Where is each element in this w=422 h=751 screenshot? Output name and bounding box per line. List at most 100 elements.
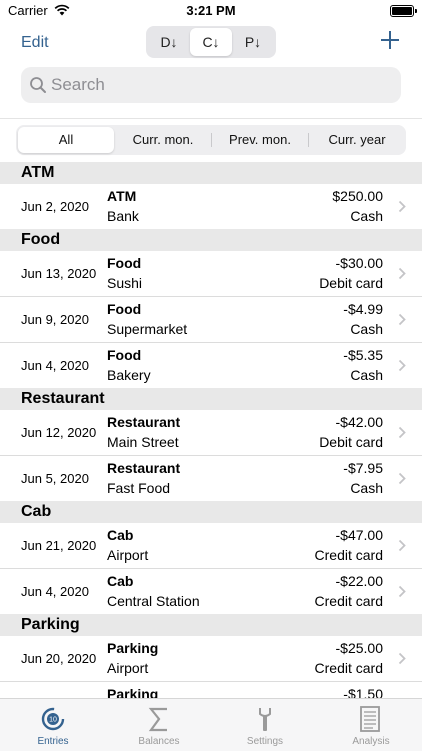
search-icon	[30, 77, 46, 93]
entry-payment-method: Debit card	[319, 275, 383, 291]
section-header: ATM	[0, 162, 422, 184]
entry-category: Restaurant	[107, 460, 181, 476]
section-header: Food	[0, 229, 422, 251]
chevron-right-icon	[398, 313, 406, 326]
entry-subcategory: Bakery	[107, 367, 151, 383]
sigma-icon	[148, 707, 167, 732]
entry-payment-method: Cash	[350, 208, 383, 224]
entry-subcategory: Supermarket	[107, 321, 188, 337]
entry-date: Jun 13, 2020	[21, 266, 97, 281]
chevron-right-icon	[398, 585, 406, 598]
chevron-right-icon	[398, 652, 406, 665]
sort-category-button[interactable]: C↓	[190, 28, 232, 56]
navigation-bar: Edit D↓ C↓ P↓	[0, 24, 422, 64]
entry-date: Jun 2, 2020	[21, 199, 89, 214]
entry-amount: -$47.00	[335, 527, 383, 543]
entry-payment-method: Credit card	[314, 547, 383, 563]
chevron-right-icon	[398, 539, 406, 552]
entry-row[interactable]: Jun 20, 2020 Parking Airport -$25.00 Credit …	[0, 636, 422, 682]
entry-amount: -$4.99	[343, 301, 383, 317]
entry-date: Jun 20, 2020	[21, 651, 97, 666]
entry-date: Jun 4, 2020	[21, 584, 89, 599]
tab-settings[interactable]: Settings	[212, 699, 318, 751]
status-bar: Carrier 3:21 PM	[0, 0, 422, 24]
entry-amount: -$22.00	[335, 573, 383, 589]
entry-category: Food	[107, 301, 142, 317]
entry-payment-method: Cash	[350, 367, 383, 383]
tab-entries[interactable]: 10 Entries	[0, 699, 106, 751]
entry-date: Jun 4, 2020	[21, 358, 89, 373]
entry-category: Restaurant	[107, 414, 181, 430]
entry-row[interactable]: Jun 2, 2020 ATM Bank $250.00 Cash	[0, 184, 422, 229]
tab-analysis[interactable]: Analysis	[318, 699, 422, 751]
entry-row[interactable]: Jun 9, 2020 Food Supermarket -$4.99 Cash	[0, 297, 422, 343]
tab-entries-label: Entries	[37, 736, 69, 747]
entry-row[interactable]: Jun 5, 2020 Restaurant Fast Food -$7.95 Cash	[0, 456, 422, 501]
chevron-right-icon	[398, 359, 406, 372]
tab-bar: 10 Entries Balances Settings Analysis	[0, 698, 422, 751]
entry-row[interactable]: Jun 4, 2020 Food Bakery -$5.35 Cash	[0, 343, 422, 388]
entry-category: Cab	[107, 573, 134, 589]
entry-category: Food	[107, 347, 142, 363]
period-segmented-control: All Curr. mon. Prev. mon. Curr. year	[16, 125, 406, 155]
entry-subcategory: Airport	[107, 547, 149, 563]
document-icon	[360, 706, 380, 732]
entry-row[interactable]: Jun 21, 2020 Cab Airport -$47.00 Credit card	[0, 523, 422, 569]
entry-subcategory: Airport	[107, 660, 149, 676]
entry-payment-method: Cash	[350, 480, 383, 496]
chevron-right-icon	[398, 426, 406, 439]
chevron-right-icon	[398, 267, 406, 280]
entries-list[interactable]: ATM Jun 2, 2020 ATM Bank $250.00 Cash Food Jun …	[0, 162, 422, 698]
entry-subcategory: Fast Food	[107, 480, 171, 496]
entry-amount: -$30.00	[335, 255, 383, 271]
entry-subcategory: Central Station	[107, 593, 200, 609]
filter-previous-month[interactable]: Prev. mon.	[212, 127, 308, 153]
entry-payment-method: Credit card	[314, 593, 383, 609]
entry-category: Cab	[107, 527, 134, 543]
entry-category: ATM	[107, 188, 137, 204]
entry-subcategory: Sushi	[107, 275, 143, 291]
entry-payment-method: Credit card	[314, 660, 383, 676]
entry-amount: $250.00	[332, 188, 383, 204]
sort-payment-button[interactable]: P↓	[232, 28, 274, 56]
entry-payment-method: Debit card	[319, 434, 383, 450]
entries-badge: 10	[49, 717, 57, 724]
entry-row[interactable]: Jun 12, 2020 Restaurant Main Street -$42.00…	[0, 410, 422, 456]
filter-bar: All Curr. mon. Prev. mon. Curr. year	[0, 118, 422, 163]
entry-category: Parking	[107, 640, 159, 656]
search-input[interactable]	[51, 67, 391, 103]
entry-date: Jun 21, 2020	[21, 538, 97, 553]
battery-icon	[390, 5, 417, 17]
entry-amount: -$25.00	[335, 640, 383, 656]
entry-row[interactable]: Parking -$1.50	[0, 682, 422, 698]
tab-balances[interactable]: Balances	[106, 699, 212, 751]
tab-settings-label: Settings	[246, 736, 284, 747]
entry-amount: -$5.35	[343, 347, 383, 363]
edit-button[interactable]: Edit	[21, 34, 49, 52]
section-header: Parking	[0, 614, 422, 636]
wrench-icon	[259, 708, 271, 731]
entry-row[interactable]: Jun 4, 2020 Cab Central Station -$22.00 Cred…	[0, 569, 422, 614]
entry-payment-method: Cash	[350, 321, 383, 337]
entry-row[interactable]: Jun 13, 2020 Food Sushi -$30.00 Debit card	[0, 251, 422, 297]
entries-clock-icon: 10	[41, 707, 65, 731]
entry-subcategory: Bank	[107, 208, 139, 224]
entry-date: Jun 9, 2020	[21, 312, 89, 327]
filter-all[interactable]: All	[18, 127, 114, 153]
filter-current-month[interactable]: Curr. mon.	[115, 127, 211, 153]
entry-date: Jun 5, 2020	[21, 471, 89, 486]
sort-segmented-control: D↓ C↓ P↓	[146, 26, 276, 58]
chevron-right-icon	[398, 472, 406, 485]
section-header: Restaurant	[0, 388, 422, 410]
entry-amount: -$1.50	[343, 686, 383, 698]
entry-category: Parking	[107, 686, 159, 698]
sort-date-button[interactable]: D↓	[148, 28, 190, 56]
status-time: 3:21 PM	[186, 3, 236, 18]
chevron-right-icon	[398, 200, 406, 213]
entry-category: Food	[107, 255, 142, 271]
tab-balances-label: Balances	[138, 736, 180, 747]
add-icon[interactable]	[380, 30, 400, 50]
search-bar	[21, 67, 401, 103]
filter-current-year[interactable]: Curr. year	[309, 127, 405, 153]
entry-amount: -$7.95	[343, 460, 383, 476]
